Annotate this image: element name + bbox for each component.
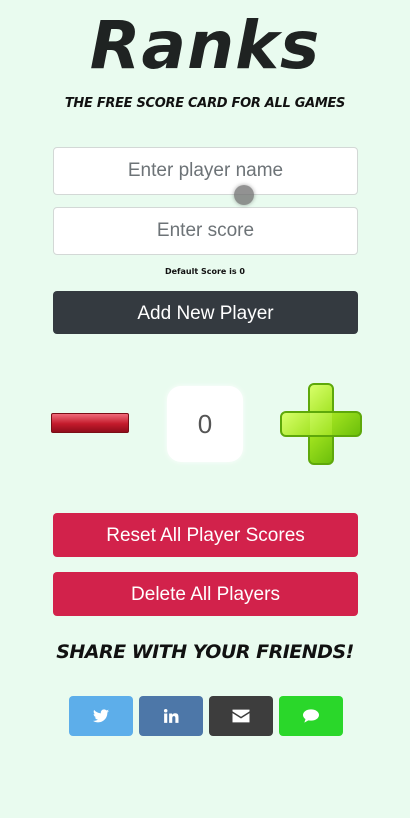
- delete-players-button[interactable]: Delete All Players: [53, 572, 358, 616]
- linkedin-icon: [163, 708, 179, 723]
- app-title: Ranks: [89, 7, 321, 84]
- linkedin-share-button[interactable]: [139, 696, 203, 736]
- add-player-button[interactable]: Add New Player: [53, 291, 358, 334]
- app-subtitle: THE FREE SCORE CARD FOR ALL GAMES: [64, 96, 346, 111]
- twitter-icon: [93, 709, 109, 723]
- score-input[interactable]: [53, 207, 358, 255]
- reset-scores-button[interactable]: Reset All Player Scores: [53, 513, 358, 557]
- email-share-button[interactable]: [209, 696, 273, 736]
- score-display: 0: [167, 386, 243, 462]
- message-icon: [303, 709, 319, 723]
- player-name-input[interactable]: [53, 147, 358, 195]
- share-heading: SHARE WITH YOUR FRIENDS!: [56, 641, 354, 663]
- email-icon: [232, 709, 250, 723]
- default-score-hint: Default Score is 0: [164, 267, 245, 276]
- touch-cursor: [234, 185, 254, 205]
- increment-button[interactable]: [280, 383, 362, 465]
- decrement-button[interactable]: [51, 413, 129, 433]
- sms-share-button[interactable]: [279, 696, 343, 736]
- twitter-share-button[interactable]: [69, 696, 133, 736]
